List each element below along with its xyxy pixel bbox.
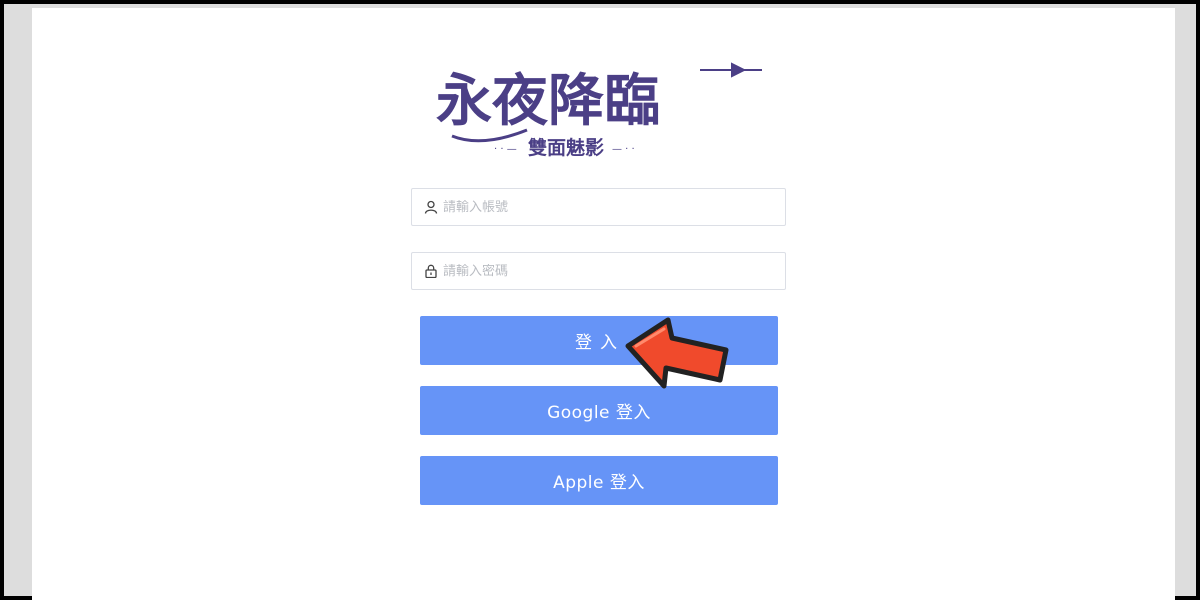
password-field[interactable] [411, 252, 786, 290]
logo-subtitle: 雙面魅影 [528, 136, 604, 159]
password-input[interactable] [443, 263, 785, 279]
account-field[interactable] [411, 188, 786, 226]
google-login-button[interactable]: Google 登入 [420, 386, 778, 435]
apple-login-button[interactable]: Apple 登入 [420, 456, 778, 505]
red-arrow-icon [625, 317, 729, 389]
svg-text:— · ·: — · · [612, 144, 635, 155]
lock-icon [424, 264, 438, 278]
account-input[interactable] [443, 199, 785, 215]
user-icon [424, 200, 438, 214]
logo-title: 永夜降臨 [436, 68, 660, 134]
svg-text:· · —: · · — [494, 144, 517, 155]
game-logo: 永夜降臨 · · — 雙面魅影 — · · [436, 62, 762, 159]
